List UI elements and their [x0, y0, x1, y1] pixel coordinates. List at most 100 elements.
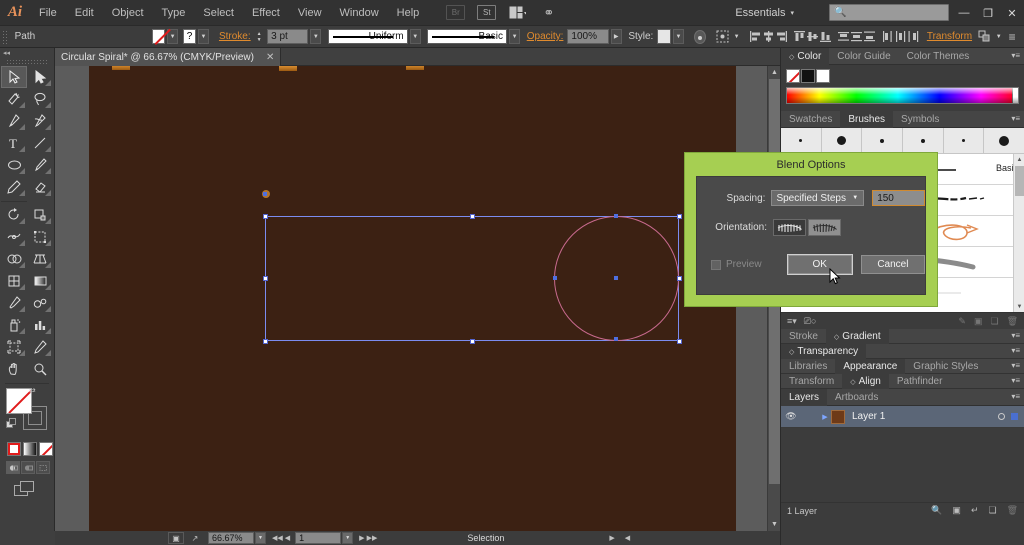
eraser-tool[interactable]	[27, 176, 53, 198]
direct-selection-tool[interactable]	[27, 66, 53, 88]
tab-color-themes[interactable]: Color Themes	[899, 48, 978, 65]
free-transform-tool[interactable]	[27, 226, 53, 248]
menu-file[interactable]: File	[30, 0, 66, 26]
brush-calligraphic-1[interactable]	[781, 128, 822, 153]
pen-tool[interactable]	[1, 110, 27, 132]
steps-input[interactable]: 150	[872, 190, 926, 206]
menu-view[interactable]: View	[289, 0, 331, 26]
swap-fill-stroke-icon[interactable]: ⇄	[29, 386, 36, 395]
status-collapse-icon[interactable]: ◀	[625, 534, 630, 542]
make-clipping-mask-icon[interactable]: ▣	[952, 505, 961, 516]
distribute-bottom-icon[interactable]	[863, 29, 876, 45]
brush-libraries-icon[interactable]: ≡▾	[787, 316, 797, 327]
ok-button[interactable]: OK	[787, 255, 852, 274]
tab-brushes[interactable]: Brushes	[840, 110, 894, 128]
gradient-tool[interactable]	[27, 270, 53, 292]
black-swatch[interactable]	[801, 69, 815, 83]
locate-object-icon[interactable]: 🔍	[931, 505, 942, 516]
handle-middle-left[interactable]	[263, 276, 268, 281]
color-spectrum-ramp[interactable]	[786, 87, 1019, 104]
selection-tool[interactable]	[1, 66, 27, 88]
preview-checkbox-row[interactable]: Preview	[711, 259, 762, 270]
collapse-panel-icon[interactable]: ◂◂	[3, 49, 10, 57]
shape-builder-tool[interactable]	[1, 248, 27, 270]
layer-selection-indicator[interactable]	[1011, 413, 1018, 420]
close-icon[interactable]: ✕	[266, 52, 274, 63]
artboard-nav-next[interactable]: ▶	[359, 534, 364, 542]
minimize-button[interactable]: —	[952, 0, 976, 26]
scroll-down-icon[interactable]: ▼	[768, 518, 780, 531]
artboard[interactable]	[89, 66, 736, 531]
cancel-button[interactable]: Cancel	[860, 255, 925, 274]
tab-graphic-styles[interactable]: Graphic Styles	[905, 359, 986, 374]
panel-menu-icon[interactable]: ▾≡	[1011, 346, 1020, 355]
gradient-mode-button[interactable]	[23, 442, 37, 456]
tab-symbols[interactable]: Symbols	[893, 111, 947, 128]
tools-panel-grip[interactable]	[6, 59, 48, 66]
scale-tool[interactable]	[27, 204, 53, 226]
select-similar-dropdown[interactable]: ▼	[731, 29, 742, 44]
restore-button[interactable]: ❐	[976, 0, 1000, 26]
scroll-up-icon[interactable]: ▲	[1014, 154, 1024, 165]
brush-calligraphic-2[interactable]	[822, 128, 863, 153]
document-tab[interactable]: Circular Spiral* @ 66.67% (CMYK/Preview)…	[55, 48, 282, 66]
libraries-panel-icon[interactable]: ⎚○	[804, 316, 817, 327]
fill-none-swatch[interactable]	[786, 69, 800, 83]
align-left-icon[interactable]	[749, 29, 762, 45]
layer-expand-icon[interactable]: ▶	[819, 413, 831, 421]
mesh-tool[interactable]	[1, 270, 27, 292]
scroll-down-icon[interactable]: ▼	[1014, 301, 1024, 312]
paintbrush-tool[interactable]	[27, 154, 53, 176]
menu-select[interactable]: Select	[194, 0, 243, 26]
zoom-tool[interactable]	[27, 358, 53, 380]
panel-menu-icon[interactable]: ▾≡	[1011, 376, 1020, 385]
align-center-horizontal-icon[interactable]	[762, 29, 775, 45]
perspective-grid-tool[interactable]	[27, 248, 53, 270]
draw-normal-button[interactable]	[6, 461, 20, 474]
rotate-tool[interactable]	[1, 204, 27, 226]
menu-type[interactable]: Type	[153, 0, 195, 26]
tab-gradient[interactable]: ◇ Gradient	[825, 328, 889, 344]
tab-artboards[interactable]: Artboards	[827, 389, 886, 406]
device-preview-icon[interactable]: ▣	[168, 532, 184, 544]
menu-help[interactable]: Help	[388, 0, 429, 26]
distribute-right-icon[interactable]	[907, 29, 920, 45]
artboard-number-dropdown[interactable]: ▼	[342, 532, 354, 544]
graphic-style-swatch[interactable]	[657, 29, 671, 44]
stroke-color-swatch[interactable]: ?	[183, 29, 196, 44]
panel-menu-icon[interactable]: ▾≡	[1011, 51, 1020, 60]
tab-transform[interactable]: Transform	[781, 374, 842, 389]
tab-align[interactable]: ◇ Align	[842, 373, 889, 389]
opacity-label[interactable]: Opacity:	[527, 31, 564, 42]
distribute-top-icon[interactable]	[836, 29, 849, 45]
circle-center-point[interactable]	[614, 276, 618, 280]
workspace-switcher[interactable]: Essentials ▾	[735, 5, 794, 21]
handle-bottom-center[interactable]	[470, 339, 475, 344]
bridge-icon[interactable]: Br	[446, 5, 466, 20]
transform-icon[interactable]	[978, 29, 991, 45]
distribute-center-icon[interactable]	[850, 29, 863, 45]
stroke-weight-input[interactable]: 3 pt	[267, 29, 309, 44]
brush-calligraphic-4[interactable]	[903, 128, 944, 153]
brushes-scroll-thumb[interactable]	[1015, 166, 1024, 196]
distribute-center-vertical-icon[interactable]	[894, 29, 907, 45]
share-on-behance-icon[interactable]: ↗	[187, 532, 203, 544]
align-bottom-icon[interactable]	[819, 29, 832, 45]
tab-stroke[interactable]: Stroke	[781, 329, 826, 344]
handle-bottom-right[interactable]	[677, 339, 682, 344]
brush-definition-select[interactable]: Basic	[427, 29, 507, 44]
artboard-nav-first[interactable]: ◀◀	[272, 534, 283, 542]
symbol-sprayer-tool[interactable]	[1, 314, 27, 336]
spacing-select[interactable]: Specified Steps ▼	[771, 190, 865, 206]
artboard-tool[interactable]	[1, 336, 27, 358]
anchor-point-left[interactable]	[263, 192, 267, 196]
zoom-level-dropdown[interactable]: ▼	[255, 532, 266, 544]
stroke-weight-dropdown[interactable]: ▼	[310, 29, 322, 44]
tab-color[interactable]: ◇ Color	[781, 47, 830, 65]
panel-menu-icon[interactable]: ▾≡	[1011, 114, 1020, 123]
brush-calligraphic-6[interactable]	[984, 128, 1024, 153]
power-icon[interactable]: ⚭	[539, 5, 558, 20]
brush-calligraphic-3[interactable]	[862, 128, 904, 153]
slice-tool[interactable]	[27, 336, 53, 358]
tab-color-guide[interactable]: Color Guide	[829, 48, 898, 65]
